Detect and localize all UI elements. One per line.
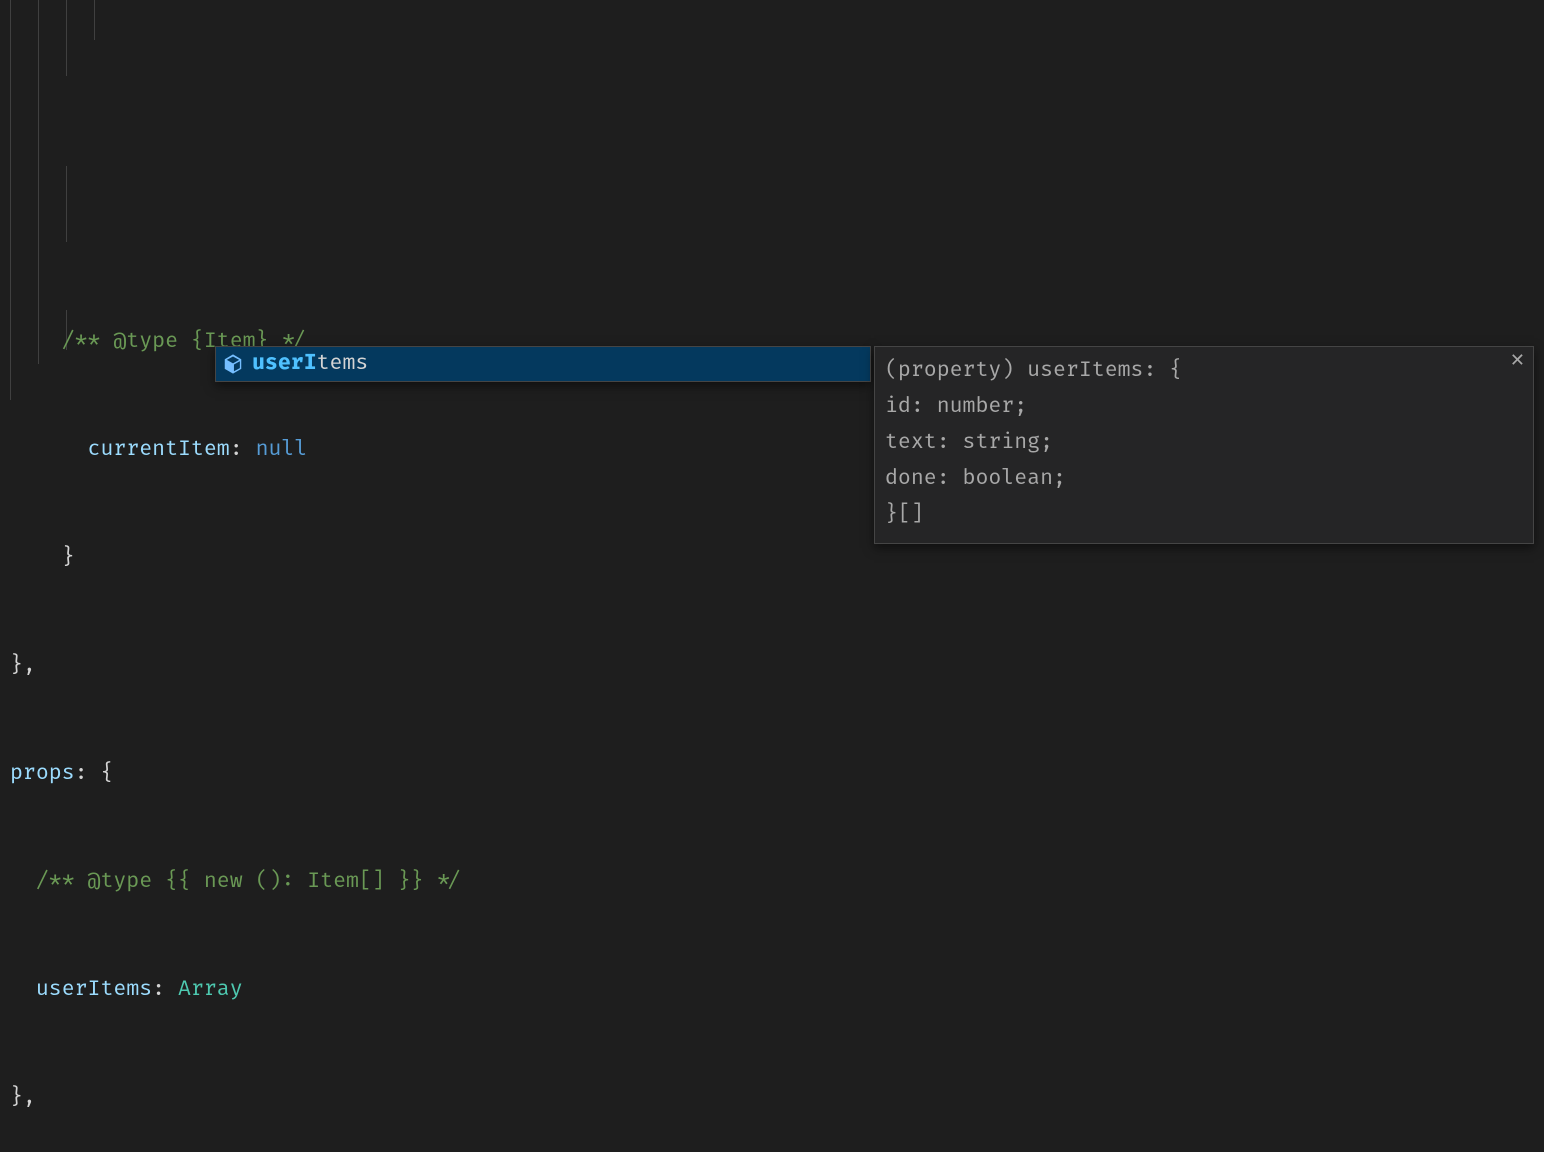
close-icon[interactable]: ✕	[1510, 351, 1525, 369]
code-line: },	[0, 648, 1544, 684]
doc-line: }[]	[885, 497, 1523, 533]
code-line: /** @type {{ new (): Item[] }} */	[0, 864, 1544, 900]
code-line: props: {	[0, 756, 1544, 792]
doc-line: id: number;	[885, 389, 1523, 425]
autocomplete-label: userItems	[252, 346, 368, 382]
autocomplete-item[interactable]: userItems	[216, 347, 870, 381]
code-line: }	[0, 540, 1544, 576]
code-line: },	[0, 1080, 1544, 1116]
documentation-popup: ✕ (property) userItems: { id: number; te…	[874, 346, 1534, 544]
autocomplete-popup[interactable]: userItems	[215, 346, 871, 382]
code-line: userItems: Array	[0, 972, 1544, 1008]
doc-line: text: string;	[885, 425, 1523, 461]
doc-line: done: boolean;	[885, 461, 1523, 497]
field-icon	[222, 353, 244, 375]
doc-line: (property) userItems: {	[885, 353, 1523, 389]
